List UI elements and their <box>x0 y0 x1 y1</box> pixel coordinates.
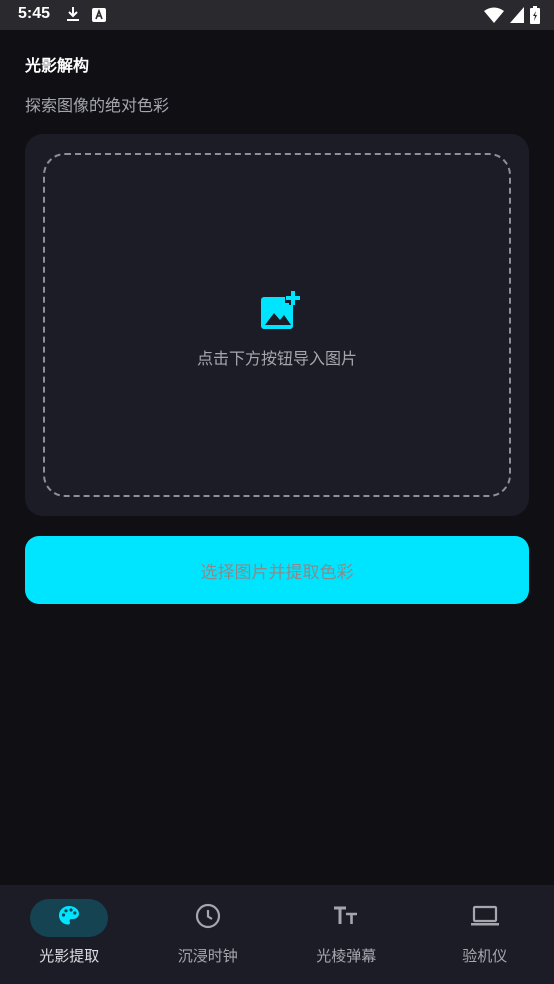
image-dropzone[interactable]: 点击下方按钮导入图片 <box>43 153 511 497</box>
nav-label: 验机仪 <box>462 947 508 965</box>
nav-item-prism-danmaku[interactable]: 光棱弹幕 <box>277 885 416 984</box>
nav-icon-container <box>307 899 385 937</box>
wifi-icon <box>484 7 504 27</box>
status-left-icons <box>66 6 106 26</box>
status-right-icons <box>484 6 540 28</box>
select-image-button[interactable]: 选择图片并提取色彩 <box>25 536 529 604</box>
nav-icon-container <box>446 899 524 937</box>
laptop-icon <box>470 905 500 931</box>
nav-icon-container <box>169 899 247 937</box>
status-time: 5:45 <box>18 5 51 22</box>
page-title: 光影解构 <box>25 56 90 75</box>
nav-label: 光棱弹幕 <box>316 947 377 965</box>
upload-card: 点击下方按钮导入图片 <box>25 134 529 516</box>
text-size-icon <box>333 905 359 931</box>
download-icon <box>66 6 80 26</box>
page-subtitle: 探索图像的绝对色彩 <box>25 96 170 115</box>
nav-item-immersive-clock[interactable]: 沉浸时钟 <box>139 885 278 984</box>
add-photo-icon <box>259 289 301 331</box>
bottom-nav: 光影提取 沉浸时钟 光棱弹幕 验机仪 <box>0 885 554 984</box>
nav-item-device-tester[interactable]: 验机仪 <box>416 885 554 984</box>
nav-label: 光影提取 <box>39 947 100 965</box>
nav-item-light-extract[interactable]: 光影提取 <box>0 885 139 984</box>
battery-icon <box>530 6 540 28</box>
cell-signal-icon <box>510 7 524 27</box>
nav-label: 沉浸时钟 <box>177 947 238 965</box>
clock-icon <box>195 903 221 933</box>
status-bar: 5:45 <box>0 0 554 30</box>
dropzone-hint: 点击下方按钮导入图片 <box>196 349 357 368</box>
palette-icon <box>57 904 81 932</box>
nav-active-indicator <box>30 899 109 937</box>
a-badge-icon <box>92 7 106 26</box>
